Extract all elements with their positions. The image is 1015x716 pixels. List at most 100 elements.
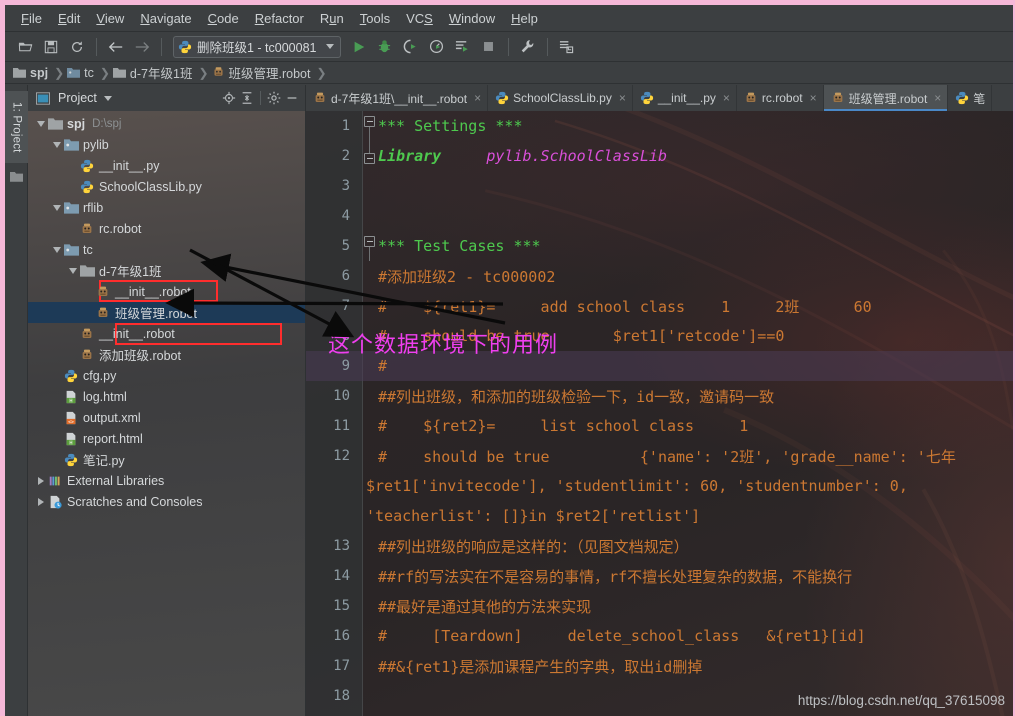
close-icon[interactable]: × bbox=[723, 91, 730, 105]
code-editor[interactable]: 1 *** Settings *** 2 Library pylib.SchoolCl… bbox=[306, 111, 1013, 716]
tree-item[interactable]: Hreport.html bbox=[28, 428, 305, 449]
chevron-down-icon[interactable] bbox=[50, 141, 63, 148]
back-icon[interactable] bbox=[104, 35, 128, 59]
collapse-all-icon[interactable] bbox=[238, 89, 256, 107]
line-number: 3 bbox=[341, 178, 350, 194]
layout-icon[interactable] bbox=[555, 35, 579, 59]
tree-item[interactable]: <> output.xml bbox=[28, 407, 305, 428]
panel-divider bbox=[260, 91, 261, 105]
breadcrumb-separator: ❯ bbox=[198, 65, 209, 80]
tree-item[interactable]: d-7年级1班 bbox=[28, 260, 305, 281]
chevron-right-icon[interactable] bbox=[34, 497, 47, 506]
tree-item[interactable]: SchoolClassLib.py bbox=[28, 176, 305, 197]
chevron-right-icon[interactable] bbox=[34, 476, 47, 485]
tree-item[interactable]: cfg.py bbox=[28, 365, 305, 386]
menu-item-code[interactable]: Code bbox=[200, 8, 247, 29]
tree-item[interactable]: Scratches and Consoles bbox=[28, 491, 305, 512]
watermark: https://blog.csdn.net/qq_37615098 bbox=[797, 693, 1005, 708]
tree-item[interactable]: 添加班级.robot bbox=[28, 344, 305, 365]
debug-button[interactable] bbox=[373, 35, 397, 59]
minimize-icon[interactable] bbox=[283, 89, 301, 107]
breadcrumb-item-2[interactable]: d-7年级1班 bbox=[112, 63, 196, 82]
python-icon bbox=[63, 452, 79, 468]
code-text: # ${ret1}= add school class 1 2班 60 bbox=[378, 296, 1013, 317]
tree-item-label: output.xml bbox=[83, 410, 141, 425]
editor-tab[interactable]: 笔 bbox=[948, 85, 993, 111]
chevron-down-icon[interactable] bbox=[103, 95, 112, 101]
line-number: 17 bbox=[333, 658, 350, 674]
robot-icon bbox=[79, 326, 95, 342]
run-button[interactable] bbox=[347, 35, 371, 59]
menu-item-run[interactable]: Run bbox=[312, 8, 352, 29]
gear-icon[interactable] bbox=[265, 89, 283, 107]
save-all-icon[interactable] bbox=[39, 35, 63, 59]
menu-item-view[interactable]: View bbox=[88, 8, 132, 29]
close-icon[interactable]: × bbox=[810, 91, 817, 105]
tree-item[interactable]: pylib bbox=[28, 134, 305, 155]
forward-icon[interactable] bbox=[130, 35, 154, 59]
breadcrumb-item-3[interactable]: 班级管理.robot bbox=[212, 63, 314, 82]
tree-item[interactable]: __init__.robot bbox=[28, 281, 305, 302]
run-with-console-button[interactable] bbox=[451, 35, 475, 59]
editor-tab[interactable]: 班级管理.robot × bbox=[823, 85, 949, 111]
tree-item[interactable]: __init__.robot bbox=[28, 323, 305, 344]
tree-item[interactable]: __init__.py bbox=[28, 155, 305, 176]
python-icon bbox=[640, 91, 654, 105]
breadcrumb-item-0[interactable]: spj bbox=[13, 66, 51, 80]
project-tool-window: Project spj D:\spj pylib __init__.py Sch… bbox=[28, 85, 306, 716]
tree-item[interactable]: 笔记.py bbox=[28, 449, 305, 470]
chevron-down-icon[interactable] bbox=[34, 120, 47, 127]
tool-window-tab-label: 1: Project bbox=[10, 101, 23, 153]
tree-item[interactable]: rc.robot bbox=[28, 218, 305, 239]
python-icon bbox=[79, 179, 95, 195]
code-text: ##最好是通过其他的方法来实现 bbox=[378, 596, 1013, 617]
tool-window-tab-project[interactable]: 1: Project bbox=[5, 91, 28, 163]
project-panel-header: Project bbox=[28, 85, 305, 111]
chevron-down-icon[interactable] bbox=[50, 204, 63, 211]
fold-marker-icon[interactable] bbox=[364, 153, 375, 164]
menu-item-edit[interactable]: Edit bbox=[50, 8, 88, 29]
open-project-icon[interactable] bbox=[13, 35, 37, 59]
close-icon[interactable]: × bbox=[619, 91, 626, 105]
close-icon[interactable]: × bbox=[934, 91, 941, 105]
fold-marker-icon[interactable] bbox=[364, 116, 375, 127]
tree-item[interactable]: spj D:\spj bbox=[28, 113, 305, 134]
menu-item-refactor[interactable]: Refactor bbox=[247, 8, 312, 29]
menu-item-file[interactable]: File bbox=[13, 8, 50, 29]
chevron-down-icon[interactable] bbox=[325, 44, 334, 49]
editor-tab[interactable]: __init__.py × bbox=[633, 85, 737, 111]
toolbar-separator-4 bbox=[546, 37, 548, 56]
tree-item[interactable]: 班级管理.robot bbox=[28, 302, 305, 323]
chevron-down-icon[interactable] bbox=[66, 267, 79, 274]
tree-item[interactable]: tc bbox=[28, 239, 305, 260]
editor-tab[interactable]: rc.robot × bbox=[737, 85, 824, 111]
chevron-down-icon[interactable] bbox=[50, 246, 63, 253]
code-line: 12 # should be true {'name': '2班', 'grade… bbox=[306, 441, 1013, 471]
folder-icon[interactable] bbox=[10, 169, 23, 182]
menu-item-window[interactable]: Window bbox=[441, 8, 503, 29]
tree-item[interactable]: rflib bbox=[28, 197, 305, 218]
menu-item-navigate[interactable]: Navigate bbox=[132, 8, 199, 29]
editor-tab[interactable]: d-7年级1班\__init__.robot × bbox=[306, 85, 489, 111]
fold-marker-icon[interactable] bbox=[364, 236, 375, 247]
editor-tab[interactable]: SchoolClassLib.py × bbox=[488, 85, 633, 111]
run-configuration-selector[interactable]: 删除班级1 - tc000081 bbox=[173, 35, 341, 58]
folder-icon bbox=[13, 67, 26, 78]
profile-button[interactable] bbox=[425, 35, 449, 59]
tree-item[interactable]: Hlog.html bbox=[28, 386, 305, 407]
code-line: 16 # [Teardown] delete_school_class &{ret… bbox=[306, 621, 1013, 651]
run-with-coverage-button[interactable] bbox=[399, 35, 423, 59]
locate-icon[interactable] bbox=[220, 89, 238, 107]
sync-icon[interactable] bbox=[65, 35, 89, 59]
close-icon[interactable]: × bbox=[474, 91, 481, 105]
code-token: #添加班级2 - tc000002 bbox=[378, 267, 556, 286]
tree-item[interactable]: External Libraries bbox=[28, 470, 305, 491]
settings-wrench-icon[interactable] bbox=[516, 35, 540, 59]
stop-button[interactable] bbox=[477, 35, 501, 59]
tree-item-path: D:\spj bbox=[92, 117, 122, 130]
project-tree[interactable]: spj D:\spj pylib __init__.py SchoolClassLib.… bbox=[28, 111, 305, 716]
menu-item-vcs[interactable]: VCS bbox=[398, 8, 441, 29]
menu-item-tools[interactable]: Tools bbox=[352, 8, 398, 29]
breadcrumb-item-1[interactable]: tc bbox=[67, 66, 97, 80]
menu-item-help[interactable]: Help bbox=[503, 8, 546, 29]
